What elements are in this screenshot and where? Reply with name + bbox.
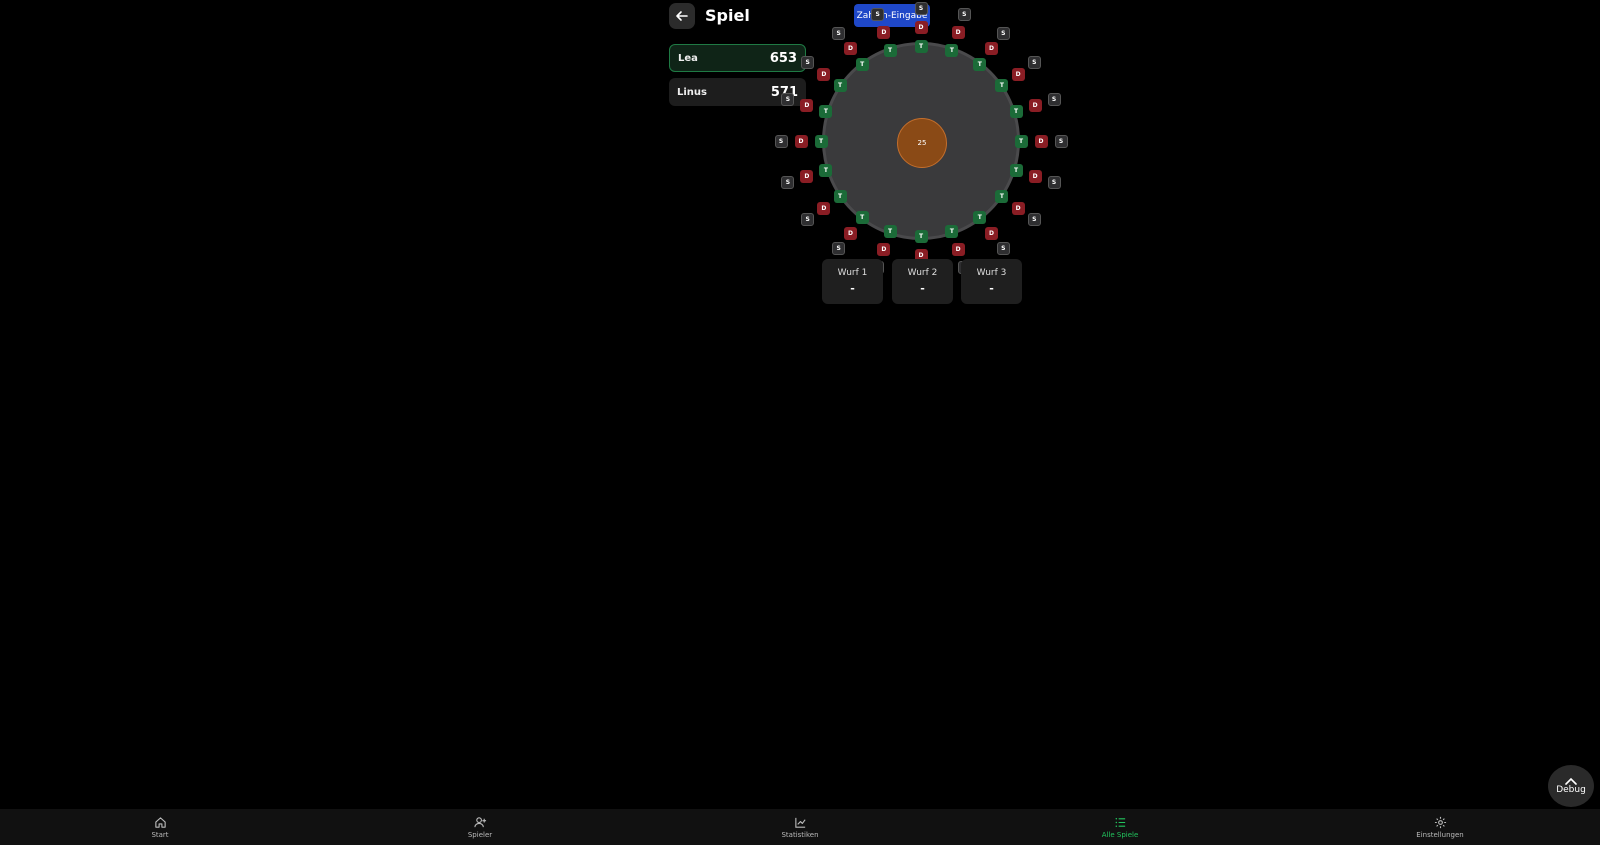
chart-icon — [794, 817, 806, 828]
double-segment-button[interactable]: D — [800, 169, 814, 183]
single-segment-button[interactable]: S — [957, 8, 971, 21]
nav-label: Alle Spiele — [1101, 830, 1139, 839]
gear-icon — [1434, 816, 1446, 828]
double-segment-button[interactable]: D — [817, 67, 831, 81]
double-segment-button[interactable]: D — [1028, 99, 1042, 113]
list-icon — [1115, 817, 1125, 827]
chevron-up-icon — [1565, 777, 1577, 785]
bull-button[interactable]: 25 — [897, 118, 947, 168]
throw-slot-1: Wurf 1 - — [822, 259, 883, 304]
single-segment-button[interactable]: S — [832, 242, 846, 256]
single-segment-button[interactable]: S — [914, 1, 928, 15]
nav-item-start[interactable]: Start — [0, 809, 320, 845]
single-segment-button[interactable]: S — [996, 242, 1010, 256]
triple-segment-button[interactable]: T — [833, 78, 847, 92]
double-segment-button[interactable]: D — [800, 99, 814, 113]
debug-label: Debug — [1556, 785, 1586, 795]
triple-segment-button[interactable]: T — [995, 78, 1009, 92]
player-name: Lea — [678, 52, 698, 64]
double-segment-button[interactable]: D — [914, 20, 928, 34]
double-segment-button[interactable]: D — [1028, 169, 1042, 183]
nav-item-spieler[interactable]: Spieler — [320, 809, 640, 845]
double-segment-button[interactable]: D — [985, 226, 998, 240]
throw-value: - — [920, 282, 925, 295]
double-segment-button[interactable]: D — [1011, 67, 1025, 81]
throw-label: Wurf 1 — [837, 268, 868, 278]
triple-segment-button[interactable]: T — [814, 134, 828, 148]
single-segment-button[interactable]: S — [832, 26, 846, 40]
triple-segment-button[interactable]: T — [833, 190, 847, 204]
single-segment-button[interactable]: S — [781, 175, 795, 189]
triple-segment-button[interactable]: T — [973, 57, 987, 71]
single-segment-button[interactable]: S — [996, 26, 1010, 40]
single-segment-button[interactable]: S — [1047, 175, 1061, 189]
throw-slot-2: Wurf 2 - — [892, 259, 953, 304]
throw-label: Wurf 3 — [976, 268, 1007, 278]
nav-label: Einstellungen — [1416, 830, 1464, 839]
triple-segment-button[interactable]: T — [1014, 134, 1028, 148]
double-segment-button[interactable]: D — [877, 26, 891, 40]
nav-label: Start — [151, 830, 169, 839]
triple-segment-button[interactable]: T — [855, 57, 869, 71]
triple-segment-button[interactable]: T — [973, 211, 987, 225]
nav-item-statistiken[interactable]: Statistiken — [640, 809, 960, 845]
arrow-left-icon — [676, 11, 688, 21]
back-button[interactable] — [669, 3, 695, 29]
double-segment-button[interactable]: D — [1034, 134, 1048, 148]
triple-segment-button[interactable]: T — [883, 44, 897, 58]
player-name: Linus — [677, 86, 707, 98]
triple-segment-button[interactable]: T — [883, 224, 897, 238]
single-segment-button[interactable]: S — [774, 134, 788, 148]
single-segment-button[interactable]: S — [801, 56, 815, 70]
triple-segment-button[interactable]: T — [945, 224, 959, 238]
triple-segment-button[interactable]: T — [914, 229, 928, 243]
add-user-icon — [473, 816, 486, 827]
debug-button[interactable]: Debug — [1548, 765, 1594, 807]
triple-segment-button[interactable]: T — [819, 163, 833, 177]
home-icon — [154, 816, 166, 828]
triple-segment-button[interactable]: T — [855, 211, 869, 225]
throw-value: - — [989, 282, 994, 295]
double-segment-button[interactable]: D — [844, 226, 857, 240]
throw-slot-3: Wurf 3 - — [961, 259, 1022, 304]
double-segment-button[interactable]: D — [1011, 201, 1025, 215]
single-segment-button[interactable]: S — [1054, 134, 1068, 148]
nav-item-alle-spiele[interactable]: Alle Spiele — [960, 809, 1280, 845]
double-segment-button[interactable]: D — [877, 242, 891, 256]
single-segment-button[interactable]: S — [781, 93, 795, 107]
player-score: 653 — [769, 50, 797, 66]
throw-value: - — [850, 282, 855, 295]
triple-segment-button[interactable]: T — [819, 105, 833, 119]
single-segment-button[interactable]: S — [1027, 212, 1041, 226]
triple-segment-button[interactable]: T — [914, 39, 928, 53]
triple-segment-button[interactable]: T — [1009, 163, 1023, 177]
single-segment-button[interactable]: S — [1047, 93, 1061, 107]
double-segment-button[interactable]: D — [951, 26, 965, 40]
triple-segment-button[interactable]: T — [1009, 105, 1023, 119]
double-segment-button[interactable]: D — [794, 134, 808, 148]
triple-segment-button[interactable]: T — [995, 190, 1009, 204]
single-segment-button[interactable]: S — [801, 212, 815, 226]
throw-label: Wurf 2 — [907, 268, 938, 278]
nav-item-einstellungen[interactable]: Einstellungen — [1280, 809, 1600, 845]
double-segment-button[interactable]: D — [844, 42, 857, 56]
bottom-nav: Start Spieler Statistiken Alle Spiele Ei… — [0, 809, 1600, 845]
double-segment-button[interactable]: D — [985, 42, 998, 56]
double-segment-button[interactable]: D — [817, 201, 831, 215]
nav-label: Statistiken — [781, 830, 819, 839]
player-card-lea: Lea 653 — [669, 44, 806, 72]
single-segment-button[interactable]: S — [871, 8, 885, 21]
single-segment-button[interactable]: S — [1027, 56, 1041, 70]
nav-label: Spieler — [467, 830, 493, 839]
double-segment-button[interactable]: D — [951, 242, 965, 256]
page-title: Spiel — [705, 6, 750, 25]
triple-segment-button[interactable]: T — [945, 44, 959, 58]
